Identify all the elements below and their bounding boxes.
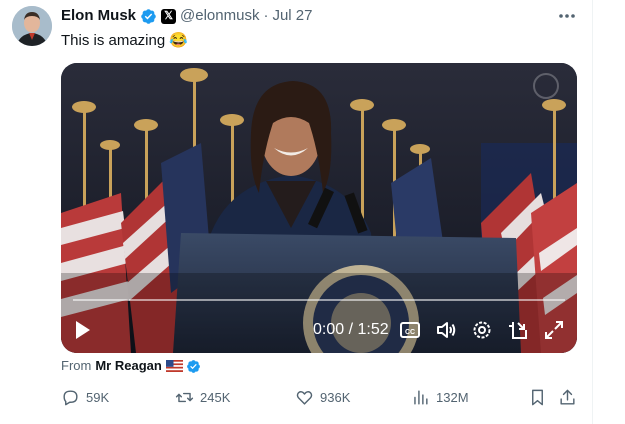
- views-button[interactable]: 132M: [411, 387, 469, 407]
- video-player[interactable]: 0:00 / 1:52 CC: [61, 63, 577, 353]
- tweet-text: This is amazing 😂: [61, 32, 189, 49]
- captions-icon[interactable]: CC: [399, 319, 421, 341]
- more-icon[interactable]: [556, 6, 578, 26]
- fullscreen-icon[interactable]: [543, 319, 565, 341]
- separator-dot: ·: [263, 7, 269, 24]
- reply-button[interactable]: 59K: [61, 387, 109, 407]
- video-controls: 0:00 / 1:52 CC: [61, 313, 577, 349]
- share-button[interactable]: [558, 387, 577, 407]
- volume-icon[interactable]: [435, 319, 457, 341]
- tweet-header: Elon Musk 𝕏 @elonmusk · Jul 27: [61, 7, 312, 25]
- attribution-user[interactable]: Mr Reagan: [95, 358, 161, 374]
- bookmark-button[interactable]: [528, 387, 547, 407]
- tweet-actions: 59K 245K 936K 132M: [61, 387, 581, 407]
- view-count: 132M: [436, 389, 469, 405]
- settings-icon[interactable]: [471, 319, 493, 341]
- svg-text:CC: CC: [405, 329, 415, 336]
- media-attribution: From Mr Reagan: [61, 358, 201, 374]
- pip-icon[interactable]: [507, 319, 529, 341]
- author-handle[interactable]: @elonmusk: [180, 7, 259, 25]
- bookmark-icon: [532, 389, 543, 405]
- share-icon: [560, 389, 575, 405]
- video-frame: [61, 63, 577, 353]
- channel-watermark-icon: [533, 73, 559, 99]
- verified-badge-icon: [186, 359, 201, 374]
- verified-badge-icon[interactable]: [140, 8, 157, 25]
- like-icon: [296, 390, 313, 405]
- reply-count: 59K: [86, 389, 110, 405]
- author-name[interactable]: Elon Musk: [61, 7, 136, 25]
- like-count: 936K: [320, 389, 351, 405]
- video-time: 0:00 / 1:52: [313, 321, 389, 338]
- views-icon: [414, 389, 428, 405]
- us-flag-icon: [165, 360, 183, 372]
- x-logo-icon: 𝕏: [161, 8, 177, 24]
- reply-icon: [63, 389, 78, 405]
- attribution-label: From: [61, 358, 92, 373]
- play-icon[interactable]: [74, 319, 92, 341]
- repost-icon: [175, 392, 194, 402]
- tweet[interactable]: Elon Musk 𝕏 @elonmusk · Jul 27 This is a…: [0, 0, 593, 424]
- like-button[interactable]: 936K: [295, 387, 350, 407]
- video-progress-bar[interactable]: [73, 299, 565, 301]
- tweet-date[interactable]: Jul 27: [272, 7, 312, 25]
- repost-button[interactable]: 245K: [175, 387, 230, 407]
- repost-count: 245K: [200, 389, 231, 405]
- author-avatar[interactable]: [12, 6, 52, 46]
